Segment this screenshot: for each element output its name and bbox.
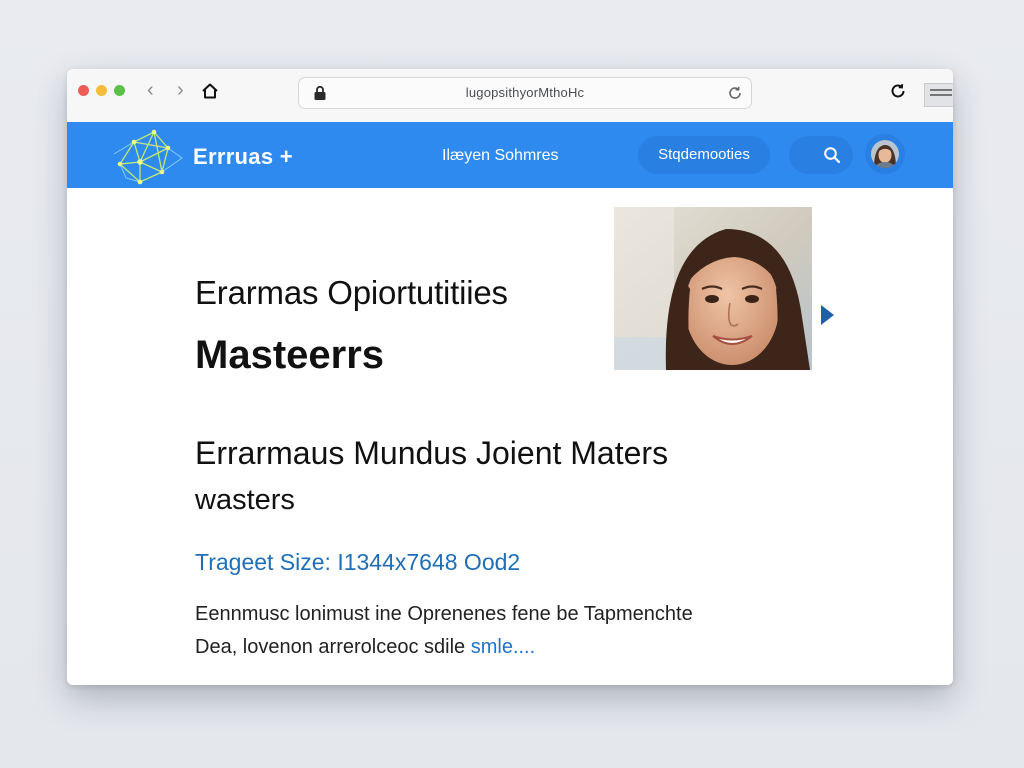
site-header: Errruas + Ilæyen Sohmres Stqdemooties: [67, 122, 953, 188]
portrait-image: [614, 207, 812, 370]
browser-toolbar: ‹ › lugopsithyorMthoHc: [67, 69, 953, 123]
refresh-icon[interactable]: [889, 82, 907, 100]
brand-name[interactable]: Errruas +: [193, 144, 293, 170]
reload-icon[interactable]: [727, 85, 743, 101]
home-icon[interactable]: [201, 82, 219, 100]
meta-info: Trageet Size: I1344x7648 Ood2: [195, 549, 521, 575]
maximize-window-button[interactable]: [114, 85, 125, 96]
back-button[interactable]: ‹: [147, 79, 154, 101]
search-icon: [824, 147, 841, 164]
page-title-secondary: Masteerrs: [195, 333, 385, 377]
section-heading-secondary: wasters: [195, 484, 295, 516]
url-text: lugopsithyorMthoHc: [465, 85, 585, 100]
minimize-window-button[interactable]: [96, 85, 107, 96]
nav-link[interactable]: Ilæyen Sohmres: [442, 147, 559, 165]
search-button[interactable]: [789, 136, 853, 174]
description-line: Dea, lovenon arrerolceoc sdile smle....: [195, 636, 535, 659]
description-text: Dea, lovenon arrerolceoc sdile: [195, 636, 466, 658]
play-arrow-icon[interactable]: [821, 305, 834, 325]
forward-button[interactable]: ›: [177, 79, 184, 101]
network-logo-icon[interactable]: [110, 124, 186, 188]
browser-window: ‹ › lugopsithyorMthoHc Errruas + Ilæyen …: [67, 69, 953, 685]
nav-pill-button[interactable]: Stqdemooties: [638, 136, 770, 174]
avatar-icon: [871, 140, 899, 168]
description-line: Eennmusc lonimust ine Oprenenes fene be …: [195, 603, 693, 625]
address-bar[interactable]: lugopsithyorMthoHc: [298, 77, 752, 109]
menu-button[interactable]: [924, 83, 953, 107]
read-more-link[interactable]: smle....: [471, 636, 535, 658]
section-heading: Errarmaus Mundus Joient Maters: [195, 435, 669, 471]
user-avatar[interactable]: [865, 134, 905, 174]
close-window-button[interactable]: [78, 85, 89, 96]
page-title: Erarmas Opiortutitiies: [195, 274, 508, 311]
profile-photo[interactable]: [614, 207, 812, 370]
